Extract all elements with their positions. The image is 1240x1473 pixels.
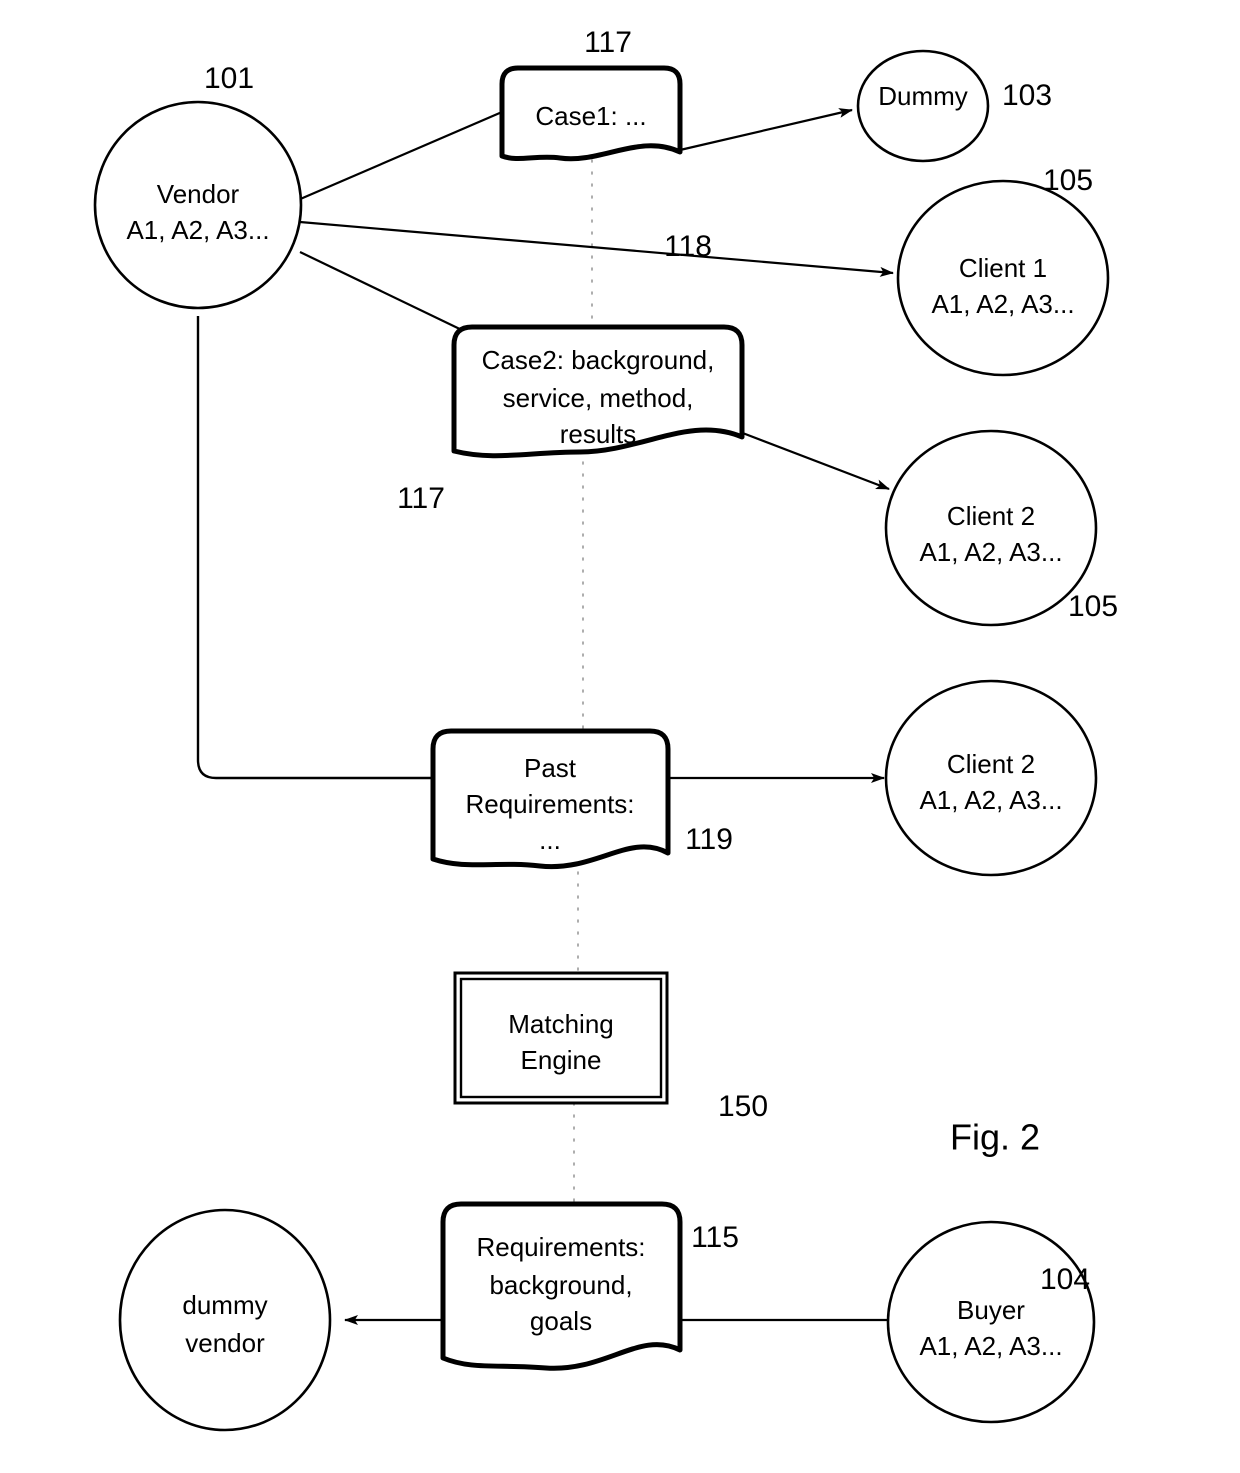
- requirements-label-line2: background,: [489, 1270, 632, 1300]
- ref-number-117-case1: 117: [584, 26, 632, 59]
- ref-number-104: 104: [1040, 1263, 1090, 1296]
- node-client2-upper[interactable]: Client 2 A1, A2, A3...: [884, 429, 1098, 627]
- ref-number-117-case2: 117: [397, 482, 445, 515]
- dummy-vendor-label-line1: dummy: [182, 1290, 267, 1320]
- document-requirements[interactable]: Requirements: background, goals: [440, 1201, 683, 1371]
- case1-label-line1: Case1: ...: [535, 101, 646, 131]
- connector-vendor-case1: [297, 110, 503, 202]
- document-past-requirements[interactable]: Past Requirements: ...: [430, 728, 671, 870]
- client2-lower-label-line2: A1, A2, A3...: [919, 785, 1062, 815]
- past-requirements-label-line3: ...: [539, 825, 561, 855]
- client2-upper-label-line1: Client 2: [947, 501, 1035, 531]
- connector-case2-client2upper: [739, 430, 890, 491]
- client2-upper-label-line2: A1, A2, A3...: [919, 537, 1062, 567]
- past-requirements-label-line2: Requirements:: [465, 789, 634, 819]
- client2-lower-label-line1: Client 2: [947, 749, 1035, 779]
- client1-label-line2: A1, A2, A3...: [931, 289, 1074, 319]
- client1-label-line1: Client 1: [959, 253, 1047, 283]
- node-buyer[interactable]: Buyer A1, A2, A3...: [886, 1220, 1096, 1424]
- ref-number-119: 119: [685, 823, 733, 856]
- vendor-label-line2: A1, A2, A3...: [126, 215, 269, 245]
- document-case1[interactable]: Case1: ...: [499, 65, 683, 162]
- ref-number-105-client1: 105: [1043, 164, 1093, 197]
- node-client1[interactable]: Client 1 A1, A2, A3...: [896, 179, 1110, 377]
- ref-number-150: 150: [718, 1090, 768, 1123]
- ref-number-101: 101: [204, 62, 254, 95]
- node-vendor[interactable]: Vendor A1, A2, A3...: [93, 100, 303, 310]
- diagram-canvas: Vendor A1, A2, A3... 101 Dummy 103 Clien…: [93, 26, 1118, 1432]
- dummy-vendor-label-line2: vendor: [185, 1328, 265, 1358]
- past-requirements-label-line1: Past: [524, 753, 577, 783]
- buyer-label-line1: Buyer: [957, 1295, 1025, 1325]
- connector-vendor-case2: [299, 251, 467, 333]
- ref-number-118: 118: [664, 230, 712, 263]
- document-case2[interactable]: Case2: background, service, method, resu…: [451, 324, 745, 459]
- matching-engine-label-line2: Engine: [521, 1045, 602, 1075]
- buyer-label-line2: A1, A2, A3...: [919, 1331, 1062, 1361]
- dummy-vendor-circle[interactable]: [118, 1208, 332, 1432]
- connector-vendor-client1: [299, 220, 894, 277]
- ref-number-105-client2: 105: [1068, 590, 1118, 623]
- case2-label-line1: Case2: background,: [482, 345, 715, 375]
- case2-label-line3: results: [560, 419, 637, 449]
- requirements-label-line3: goals: [530, 1306, 592, 1336]
- matching-engine[interactable]: Matching Engine: [453, 971, 669, 1105]
- connector-vendor-past-requirements: [196, 316, 434, 780]
- case2-label-line2: service, method,: [503, 383, 694, 413]
- connector-group: [196, 108, 894, 1325]
- patent-figure-2: Vendor A1, A2, A3... 101 Dummy 103 Clien…: [0, 0, 1240, 1473]
- ref-number-115: 115: [691, 1221, 739, 1254]
- ref-number-103: 103: [1002, 79, 1052, 112]
- node-client2-lower[interactable]: Client 2 A1, A2, A3...: [884, 679, 1098, 877]
- node-dummy[interactable]: Dummy: [856, 49, 990, 163]
- connector-case1-dummy: [679, 108, 853, 152]
- vendor-label-line1: Vendor: [157, 179, 240, 209]
- requirements-label-line1: Requirements:: [476, 1232, 645, 1262]
- dummy-label: Dummy: [878, 81, 968, 111]
- figure-caption: Fig. 2: [950, 1117, 1040, 1158]
- matching-engine-label-line1: Matching: [508, 1009, 614, 1039]
- node-dummy-vendor[interactable]: dummy vendor: [118, 1208, 332, 1432]
